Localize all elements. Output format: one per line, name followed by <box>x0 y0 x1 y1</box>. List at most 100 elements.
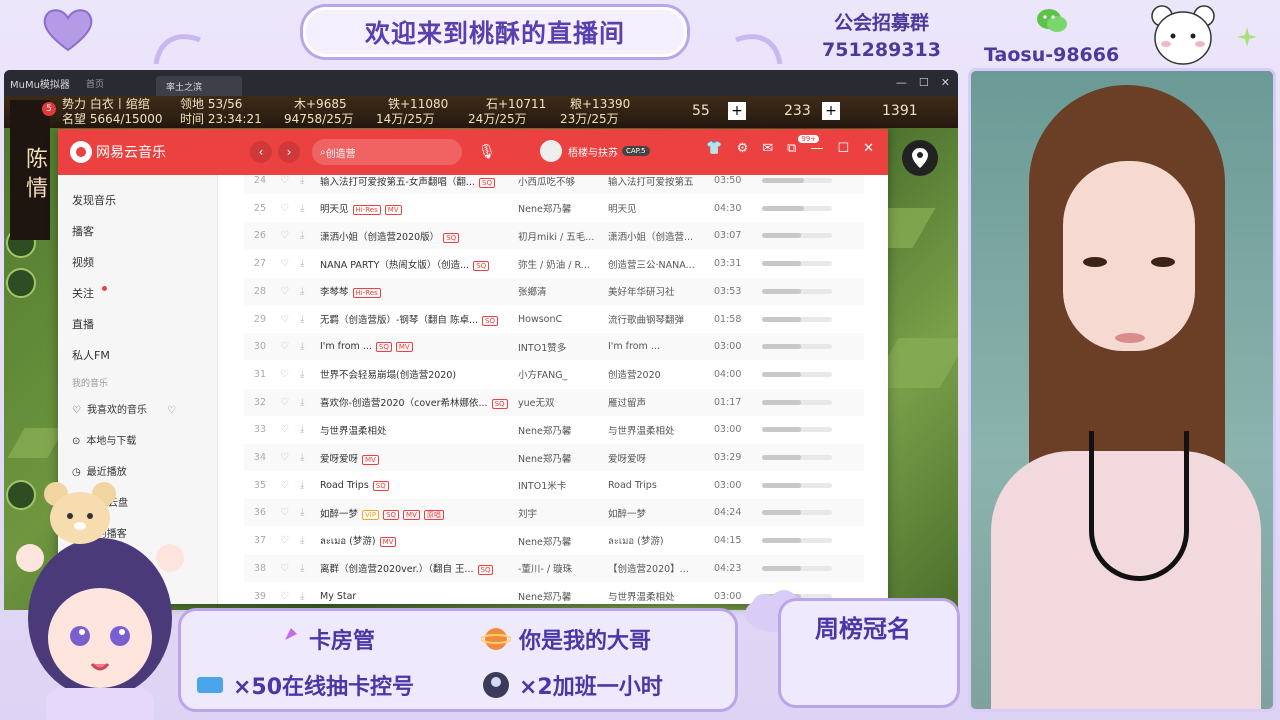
back-button[interactable]: ‹ <box>250 141 272 163</box>
maximize-icon[interactable]: ☐ <box>919 76 929 89</box>
sidebar-item-liked[interactable]: ♡ 我喜欢的音乐 ♡ <box>58 395 217 426</box>
song-album[interactable]: 流行歌曲钢琴翻弹 <box>608 312 714 326</box>
table-row[interactable]: 25 ♡ ⤓ 明天见 Hi-Res MV Nene郑乃馨 明天见 04:30 <box>244 195 864 222</box>
forward-button[interactable]: › <box>278 141 300 163</box>
song-artist[interactable]: Nene郑乃馨 <box>518 534 608 548</box>
user-name[interactable]: 梧楼与扶苏 <box>568 144 618 159</box>
song-title-cell[interactable]: 爱呀爱呀 MV <box>320 451 518 465</box>
download-icon[interactable]: ⤓ <box>300 535 320 546</box>
song-title-cell[interactable]: My Star <box>320 591 518 602</box>
download-icon[interactable]: ⤓ <box>300 258 320 269</box>
sidebar-item-live[interactable]: 直播 <box>58 309 217 340</box>
song-artist[interactable]: 小西瓜吃不够 <box>518 175 608 188</box>
download-icon[interactable]: ⤓ <box>300 424 320 435</box>
like-icon[interactable]: ♡ <box>280 314 300 325</box>
like-icon[interactable]: ♡ <box>280 258 300 269</box>
download-icon[interactable]: ⤓ <box>300 452 320 463</box>
song-album[interactable]: 与世界温柔相处 <box>608 589 714 603</box>
song-artist[interactable]: Nene郑乃馨 <box>518 201 608 215</box>
skin-icon[interactable]: 👕 <box>706 141 722 156</box>
song-title-cell[interactable]: 明天见 Hi-Res MV <box>320 201 518 216</box>
like-icon[interactable]: ♡ <box>280 591 300 602</box>
minimize-icon[interactable]: — <box>810 141 823 156</box>
search-box[interactable]: ⌕ <box>312 139 462 165</box>
download-icon[interactable]: ⤓ <box>300 230 320 241</box>
minimize-icon[interactable]: — <box>896 76 907 89</box>
table-row[interactable]: 24 ♡ ⤓ 输入法打可爱按第五-女声翻唱（翻... SQ 小西瓜吃不够 输入法打可爱按第五… <box>244 175 864 194</box>
like-icon[interactable]: ♡ <box>280 286 300 297</box>
download-icon[interactable]: ⤓ <box>300 397 320 408</box>
song-album[interactable]: ละเมอ (梦游) <box>608 533 714 549</box>
song-album[interactable]: 爱呀爱呀 <box>608 451 714 465</box>
song-album[interactable]: 创造营三公·NANA... <box>608 257 714 271</box>
close-icon[interactable]: ✕ <box>941 76 950 89</box>
add-copper-button[interactable]: + <box>822 102 840 120</box>
camp-icon[interactable] <box>6 268 36 298</box>
song-album[interactable]: 与世界温柔相处 <box>608 423 714 437</box>
song-artist[interactable]: INTO1米卡 <box>518 478 608 492</box>
table-row[interactable]: 28 ♡ ⤓ 李棽棽 Hi-Res 张鄉清 美好年华研习社 03:53 <box>244 277 864 305</box>
download-icon[interactable]: ⤓ <box>300 203 320 214</box>
song-album[interactable]: 如醉一梦 <box>608 506 714 520</box>
song-artist[interactable]: 弥生 / 奶油 / R... <box>518 257 608 271</box>
maximize-icon[interactable]: ☐ <box>837 141 849 156</box>
like-icon[interactable]: ♡ <box>280 369 300 380</box>
song-album[interactable]: 输入法打可爱按第五 <box>608 175 714 188</box>
like-icon[interactable]: ♡ <box>280 535 300 546</box>
like-icon[interactable]: ♡ <box>280 424 300 435</box>
song-artist[interactable]: Nene郑乃馨 <box>518 589 608 603</box>
download-icon[interactable]: ⤓ <box>300 563 320 574</box>
table-row[interactable]: 26 ♡ ⤓ 潇洒小姐（创造营2020版） SQ 初月miki / 五毛... 潇洒小姐（创… <box>244 222 864 250</box>
netease-logo[interactable]: 网易云音乐 <box>70 141 166 163</box>
avatar[interactable] <box>540 140 562 162</box>
download-icon[interactable]: ⤓ <box>300 314 320 325</box>
download-icon[interactable]: ⤓ <box>300 507 320 518</box>
table-row[interactable]: 37 ♡ ⤓ ละเมอ (梦游) MV Nene郑乃馨 ละเมอ (梦游) 04:15 <box>244 527 864 554</box>
song-title-cell[interactable]: 李棽棽 Hi-Res <box>320 284 518 299</box>
song-album[interactable]: 潇洒小姐（创造营... <box>608 229 714 243</box>
table-row[interactable]: 36 ♡ ⤓ 如醉一梦 VIP SQ MV 原唱 刘宇 如醉一梦 04:24 <box>244 499 864 527</box>
like-icon[interactable]: ♡ <box>280 397 300 408</box>
song-artist[interactable]: yue无双 <box>518 395 608 409</box>
song-artist[interactable]: Nene郑乃馨 <box>518 423 608 437</box>
song-title-cell[interactable]: 世界不会轻易崩塌(创造营2020) <box>320 367 518 381</box>
download-icon[interactable]: ⤓ <box>300 341 320 352</box>
table-row[interactable]: 38 ♡ ⤓ 离群（创造营2020ver.）（翻自 王... SQ -董川- / 璇珠 【创… <box>244 554 864 582</box>
mail-icon[interactable]: ✉ <box>762 141 773 156</box>
song-title-cell[interactable]: 喜欢你-创造营2020（cover希林娜依... SQ <box>320 395 518 410</box>
song-artist[interactable]: HowsonC <box>518 314 608 325</box>
sidebar-item-fm[interactable]: 私人FM <box>58 340 217 371</box>
song-title-cell[interactable]: 输入法打可爱按第五-女声翻唱（翻... SQ <box>320 175 518 188</box>
song-title-cell[interactable]: 无羁（创造营版）-钢琴（翻自 陈卓... SQ <box>320 312 518 326</box>
download-icon[interactable]: ⤓ <box>300 480 320 491</box>
tab-game[interactable]: 率土之滨 <box>156 76 242 96</box>
like-icon[interactable]: ♡ <box>280 341 300 352</box>
table-row[interactable]: 27 ♡ ⤓ NANA PARTY（热闹女版）（创造... SQ 弥生 / 奶油 / R.… <box>244 250 864 277</box>
song-title-cell[interactable]: 潇洒小姐（创造营2020版） SQ <box>320 229 518 243</box>
mini-mode-icon[interactable]: ⧉ <box>787 141 796 156</box>
table-row[interactable]: 31 ♡ ⤓ 世界不会轻易崩塌(创造营2020) 小方FANG_ 创造营2020 04:00 <box>244 361 864 388</box>
like-icon[interactable]: ♡ <box>280 230 300 241</box>
table-row[interactable]: 29 ♡ ⤓ 无羁（创造营版）-钢琴（翻自 陈卓... SQ HowsonC 流行歌曲钢琴翻… <box>244 306 864 333</box>
song-album[interactable]: 雁过留声 <box>608 395 714 409</box>
song-artist[interactable]: 小方FANG_ <box>518 367 608 381</box>
song-artist[interactable]: Nene郑乃馨 <box>518 451 608 465</box>
song-title-cell[interactable]: NANA PARTY（热闹女版）（创造... SQ <box>320 257 518 271</box>
song-album[interactable]: Road Trips <box>608 480 714 491</box>
table-row[interactable]: 34 ♡ ⤓ 爱呀爱呀 MV Nene郑乃馨 爱呀爱呀 03:29 <box>244 444 864 471</box>
user-profile[interactable]: 梧楼与扶苏 CAP.5 <box>540 140 650 162</box>
song-album[interactable]: 美好年华研习社 <box>608 284 714 298</box>
song-album[interactable]: 明天见 <box>608 201 714 215</box>
map-location-icon[interactable] <box>902 140 938 176</box>
song-album[interactable]: 【创造营2020】... <box>608 561 714 575</box>
voice-search-icon[interactable]: 🎙 <box>478 144 496 160</box>
search-input[interactable] <box>325 146 436 158</box>
song-title-cell[interactable]: 如醉一梦 VIP SQ MV 原唱 <box>320 506 518 520</box>
sidebar-item-local[interactable]: ⊙ 本地与下载 <box>58 426 217 457</box>
song-title-cell[interactable]: ละเมอ (梦游) MV <box>320 533 518 549</box>
song-artist[interactable]: INTO1赞多 <box>518 340 608 354</box>
like-icon[interactable]: ♡ <box>280 480 300 491</box>
add-jade-button[interactable]: + <box>728 102 746 120</box>
table-row[interactable]: 35 ♡ ⤓ Road Trips SQ INTO1米卡 Road Trips 03:00 <box>244 472 864 499</box>
song-album[interactable]: I'm from ... <box>608 341 714 352</box>
